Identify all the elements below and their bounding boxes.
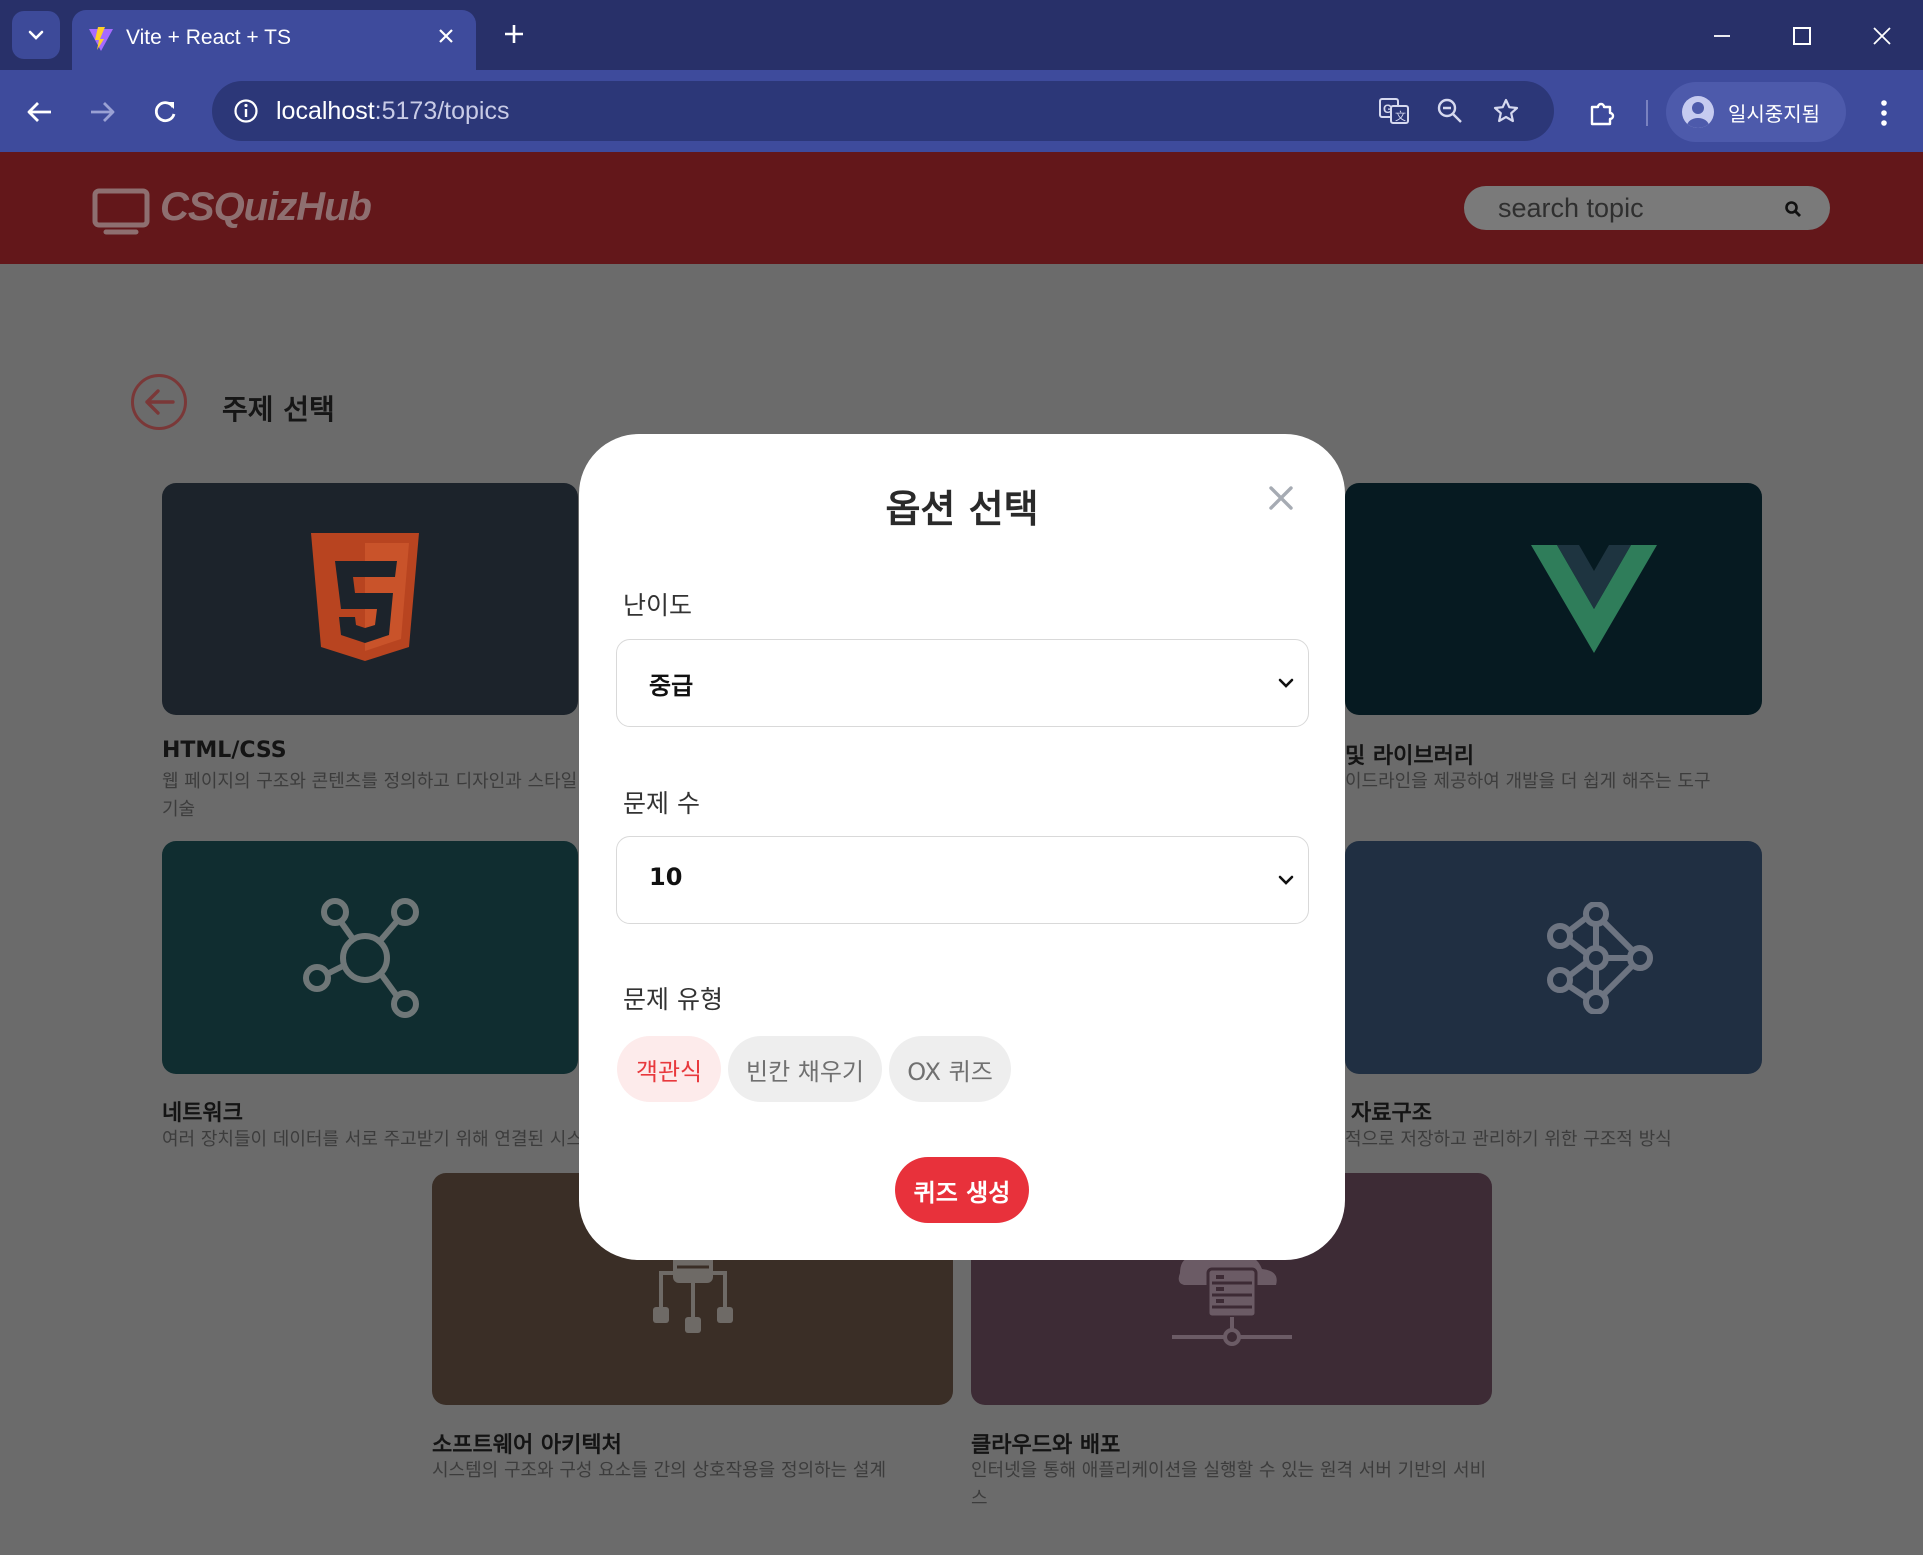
browser-tab[interactable]: Vite + React + TS xyxy=(72,10,476,70)
close-icon xyxy=(439,29,453,43)
more-vert-icon xyxy=(1881,100,1887,126)
topic-card-network[interactable] xyxy=(162,841,578,1074)
svg-text:文: 文 xyxy=(1395,109,1406,123)
browser-menu-button[interactable] xyxy=(1864,91,1904,135)
site-info-button[interactable] xyxy=(226,91,266,131)
plus-icon xyxy=(505,25,523,43)
vite-icon xyxy=(89,27,113,51)
zoom-button[interactable] xyxy=(1430,91,1470,131)
info-icon xyxy=(234,99,258,123)
card-title: HTML/CSS xyxy=(162,738,287,763)
vue-icon xyxy=(1530,545,1657,653)
card-description: 적으로 저장하고 관리하기 위한 구조적 방식 xyxy=(1345,1129,1672,1150)
person-icon xyxy=(1687,102,1709,128)
tab-title: Vite + React + TS xyxy=(126,26,291,49)
topic-search xyxy=(1464,186,1830,230)
type-chip-multiple-choice[interactable]: 객관식 xyxy=(617,1036,721,1102)
card-description: 이드라인을 제공하여 개발을 더 쉽게 해주는 도구 xyxy=(1345,771,1711,792)
difficulty-select[interactable]: 중급 xyxy=(616,639,1309,727)
topic-card-html-css[interactable] xyxy=(162,483,578,715)
arrow-left-icon xyxy=(145,389,175,415)
modal-close-button[interactable] xyxy=(1259,476,1303,520)
site-header: CSQuizHub xyxy=(0,152,1923,264)
zoom-out-icon xyxy=(1437,98,1462,123)
tab-search-button[interactable] xyxy=(12,11,60,59)
network-icon xyxy=(303,897,419,1018)
difficulty-label: 난이도 xyxy=(623,591,693,620)
data-structure-icon xyxy=(1546,901,1653,1014)
card-description: 시스템의 구조와 구성 요소들 간의 상호작용을 정의하는 설계 xyxy=(432,1460,887,1481)
page-title: 주제 선택 xyxy=(222,393,335,426)
minimize-icon xyxy=(1714,35,1730,37)
tab-close-button[interactable] xyxy=(432,22,460,50)
back-button[interactable] xyxy=(18,90,62,134)
window-close-button[interactable] xyxy=(1860,14,1904,58)
topic-card-libraries[interactable] xyxy=(1345,483,1762,715)
browser-toolbar: localhost:5173/topics G文 일시중지됨 xyxy=(0,70,1923,152)
chevron-down-icon xyxy=(1278,875,1294,885)
card-title: 자료구조 xyxy=(1351,1101,1432,1126)
maximize-button[interactable] xyxy=(1780,14,1824,58)
search-input[interactable] xyxy=(1498,192,1778,224)
question-count-select[interactable]: 10 xyxy=(616,836,1309,924)
bookmark-button[interactable] xyxy=(1486,91,1526,131)
translate-button[interactable]: G文 xyxy=(1374,91,1414,131)
type-chip-fill-blank[interactable]: 빈칸 채우기 xyxy=(728,1036,882,1102)
translate-icon: G文 xyxy=(1379,98,1409,124)
arrow-right-icon xyxy=(91,102,115,122)
card-title: 및 라이브러리 xyxy=(1345,744,1475,769)
extensions-button[interactable] xyxy=(1580,91,1624,135)
forward-button[interactable] xyxy=(80,90,124,134)
new-tab-button[interactable] xyxy=(496,16,532,52)
options-modal: 옵션 선택 난이도 중급 문제 수 10 문제 유형 객관식 빈칸 채우기 OX… xyxy=(579,434,1345,1260)
question-count-value: 10 xyxy=(649,863,683,891)
url-text: localhost:5173/topics xyxy=(276,97,510,125)
card-description: 여러 장치들이 데이터를 서로 주고받기 위해 연결된 시스 xyxy=(162,1129,583,1150)
html5-icon xyxy=(311,533,419,661)
card-description-cont: 스 xyxy=(971,1488,988,1509)
topic-card-data-structure[interactable] xyxy=(1345,841,1762,1074)
card-description-cont: 기술 xyxy=(162,799,196,820)
card-description: 웹 페이지의 구조와 콘텐츠를 정의하고 디자인과 스타일 xyxy=(162,771,578,792)
chevron-down-icon xyxy=(28,30,44,40)
chevron-down-icon xyxy=(1278,678,1294,688)
address-bar[interactable]: localhost:5173/topics G文 xyxy=(212,81,1554,141)
toolbar-divider xyxy=(1646,100,1648,126)
type-chip-ox-quiz[interactable]: OX 퀴즈 xyxy=(889,1036,1011,1102)
avatar xyxy=(1682,96,1714,128)
create-quiz-button[interactable]: 퀴즈 생성 xyxy=(895,1157,1029,1223)
star-icon xyxy=(1493,98,1519,123)
type-label: 문제 유형 xyxy=(623,985,723,1014)
reload-icon xyxy=(154,101,176,123)
card-title: 소프트웨어 아키텍처 xyxy=(432,1433,622,1458)
close-icon xyxy=(1873,27,1891,45)
card-title: 네트워크 xyxy=(162,1101,243,1126)
search-icon[interactable] xyxy=(1784,200,1802,218)
cloud-server-icon xyxy=(1171,1249,1292,1346)
card-description: 인터넷을 통해 애플리케이션을 실행할 수 있는 원격 서버 기반의 서비 xyxy=(971,1460,1487,1481)
difficulty-value: 중급 xyxy=(649,672,694,700)
maximize-icon xyxy=(1793,27,1811,45)
minimize-button[interactable] xyxy=(1700,14,1744,58)
puzzle-icon xyxy=(1590,102,1615,126)
browser-tab-strip: Vite + React + TS xyxy=(0,0,1923,70)
card-title: 클라우드와 배포 xyxy=(971,1433,1121,1458)
count-label: 문제 수 xyxy=(623,789,700,818)
monitor-icon xyxy=(92,188,150,235)
arrow-left-icon xyxy=(27,102,51,122)
back-nav-button[interactable] xyxy=(131,374,187,430)
reload-button[interactable] xyxy=(143,90,187,134)
profile-status: 일시중지됨 xyxy=(1728,102,1820,126)
site-logo[interactable]: CSQuizHub xyxy=(160,185,372,230)
profile-button[interactable]: 일시중지됨 xyxy=(1666,82,1846,142)
close-icon xyxy=(1269,486,1293,510)
modal-title: 옵션 선택 xyxy=(885,487,1039,531)
